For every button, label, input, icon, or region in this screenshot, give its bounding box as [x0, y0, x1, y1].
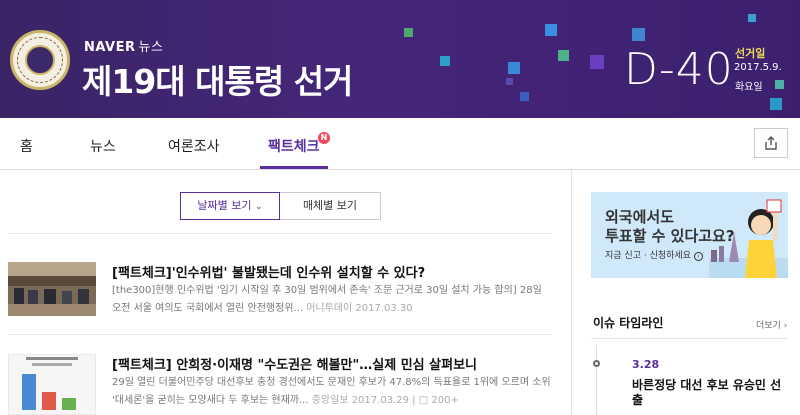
- article-summary: 29일 열린 더불어민주당 대선후보 충청 경선에서도 문재인 후보가 47.8…: [112, 374, 552, 410]
- decor-square: [508, 62, 520, 74]
- brand-name: NAVER: [84, 40, 136, 55]
- ad-cta: 지금 신고 · 신청하세요 ›: [605, 248, 703, 261]
- decor-square: [748, 14, 756, 22]
- ad-headline-line1: 외국에서도: [605, 208, 675, 226]
- election-date: 2017.5.9.: [734, 62, 782, 73]
- tab-factcheck[interactable]: 팩트체크: [268, 136, 320, 156]
- article-title[interactable]: [팩트체크]'인수위법' 불발됐는데 인수위 설치할 수 있다?: [112, 262, 552, 281]
- chevron-down-icon: ⌄: [255, 202, 263, 212]
- decor-square: [404, 28, 413, 37]
- election-day-label: 선거일: [735, 47, 766, 60]
- article-summary: [the300]현행 인수위법 '임기 시작일 후 30일 범위에서 존속' 조…: [112, 282, 552, 318]
- timeline-line: [596, 345, 597, 415]
- article-source: 머니투데이 2017.03.30: [306, 303, 413, 314]
- comment-count-value: 200+: [431, 395, 459, 406]
- tab-home[interactable]: 홈: [20, 136, 33, 156]
- chevron-right-icon: ›: [783, 321, 788, 331]
- view-by-date-label: 날짜별 보기: [197, 199, 252, 212]
- share-icon: [765, 136, 777, 150]
- article-source: 중앙일보 2017.03.29: [311, 395, 409, 406]
- issue-timeline-title: 이슈 타임라인: [593, 316, 664, 330]
- decor-square: [770, 98, 782, 110]
- election-weekday: 화요일: [735, 82, 763, 93]
- ad-cta-text: 지금 신고 · 신청하세요: [605, 251, 691, 261]
- decor-square: [632, 28, 645, 41]
- decor-square: [590, 55, 604, 69]
- category-nav: 홈 뉴스 여론조사 팩트체크 N: [0, 118, 800, 170]
- article-thumbnail[interactable]: [8, 262, 96, 316]
- new-badge: N: [318, 132, 330, 144]
- timeline-date: 3.28: [632, 358, 660, 371]
- election-banner: NAVER 뉴스 제19대 대통령 선거 D-40 선거일 2017.5.9. 화…: [0, 0, 800, 118]
- dday-counter: D-40: [624, 44, 734, 95]
- voter-illustration: [709, 199, 788, 278]
- divider: [8, 233, 552, 234]
- decor-square: [506, 78, 513, 85]
- naver-news-logo[interactable]: NAVER 뉴스: [84, 36, 163, 55]
- decor-square: [558, 50, 569, 61]
- decor-square: [775, 80, 784, 89]
- presidential-seal-logo: [10, 30, 70, 90]
- share-button[interactable]: [754, 128, 788, 158]
- column-divider: [571, 170, 572, 415]
- article-thumbnail[interactable]: [7, 353, 97, 415]
- divider: [591, 338, 788, 339]
- view-by-media-button[interactable]: 매체별 보기: [280, 192, 381, 220]
- arrow-right-circle-icon: ›: [693, 252, 703, 261]
- decor-square: [545, 24, 557, 36]
- active-tab-indicator: [260, 166, 328, 169]
- decor-square: [440, 56, 450, 66]
- page-title: 제19대 대통령 선거: [82, 62, 353, 101]
- divider: [8, 334, 552, 335]
- comment-icon: □: [418, 395, 429, 406]
- timeline-dot: [593, 360, 600, 367]
- decor-square: [520, 92, 529, 101]
- tab-polls[interactable]: 여론조사: [168, 136, 220, 156]
- more-link-label: 더보기: [756, 321, 781, 331]
- article-title[interactable]: [팩트체크] 안희정·이재명 "수도권은 해볼만"…실제 민심 살펴보니: [112, 354, 552, 373]
- tab-news[interactable]: 뉴스: [90, 136, 116, 156]
- overseas-voting-banner[interactable]: 외국에서도 투표할 수 있다고요? 지금 신고 · 신청하세요 ›: [591, 192, 788, 278]
- view-by-date-button[interactable]: 날짜별 보기 ⌄: [180, 192, 280, 220]
- timeline-item[interactable]: 바른정당 대선 후보 유승민 선출: [632, 378, 782, 408]
- brand-sub: 뉴스: [138, 40, 164, 55]
- more-link[interactable]: 더보기 ›: [756, 318, 787, 331]
- comment-count[interactable]: | □ 200+: [412, 395, 459, 406]
